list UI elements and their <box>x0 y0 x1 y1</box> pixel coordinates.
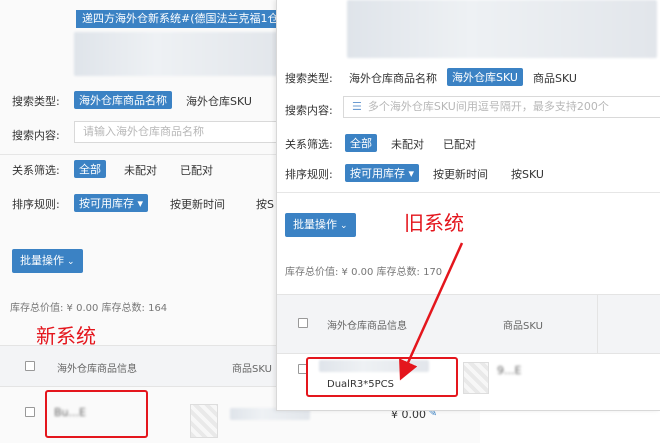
search-content-label: 搜索内容: <box>12 129 60 142</box>
sort-rule-label: 排序规则: <box>12 198 60 211</box>
divider <box>277 192 660 193</box>
batch-operation-button[interactable]: 批量操作 ⌄ <box>285 213 356 237</box>
search-placeholder: 请输入海外仓库商品名称 <box>83 125 204 138</box>
search-type-option-name[interactable]: 海外仓库商品名称 <box>349 70 437 86</box>
old-system-annotation: 旧系统 <box>404 211 464 235</box>
relation-option-all[interactable]: 全部 <box>74 160 106 178</box>
sort-option-updated[interactable]: 按更新时间 <box>433 166 488 182</box>
old-system-highlight-box <box>306 357 458 397</box>
blurred-header-info <box>74 32 280 76</box>
search-type-label: 搜索类型: <box>12 95 60 108</box>
column-divider <box>597 294 598 354</box>
blurred-header-info <box>347 0 657 58</box>
batch-operation-label: 批量操作 <box>20 254 64 267</box>
batch-operation-button[interactable]: 批量操作 ⌄ <box>12 249 83 273</box>
sort-option-stock[interactable]: 按可用库存 <box>74 194 149 212</box>
search-content-label: 搜索内容: <box>285 104 333 117</box>
search-type-option-product-sku[interactable]: 商品SKU <box>533 70 577 86</box>
search-type-option-sku[interactable]: 海外仓库SKU <box>447 68 523 86</box>
select-all-checkbox[interactable] <box>25 361 35 371</box>
column-product-sku: 商品SKU <box>503 321 543 332</box>
relation-option-unpaired[interactable]: 未配对 <box>391 136 424 152</box>
product-thumbnail <box>463 362 489 394</box>
search-type-option-name[interactable]: 海外仓库商品名称 <box>74 91 172 109</box>
relation-option-all[interactable]: 全部 <box>345 134 377 152</box>
batch-operation-label: 批量操作 <box>293 218 337 231</box>
search-type-option-sku[interactable]: 海外仓库SKU <box>186 93 252 109</box>
relation-filter-label: 关系筛选: <box>285 138 333 151</box>
relation-option-unpaired[interactable]: 未配对 <box>124 162 157 178</box>
sort-option-updated[interactable]: 按更新时间 <box>170 196 225 212</box>
column-product-sku: 商品SKU <box>232 364 272 375</box>
column-product-info: 海外仓库商品信息 <box>57 364 137 375</box>
inventory-stats: 库存总价值: ¥ 0.00 库存总数: 164 <box>10 303 168 314</box>
sort-option-stock[interactable]: 按可用库存 <box>345 164 420 182</box>
old-system-panel: 搜索类型: 海外仓库商品名称 海外仓库SKU 商品SKU 搜索内容: ☰ 多个海外… <box>276 0 660 411</box>
search-placeholder: 多个海外仓库SKU间用逗号隔开，最多支持200个 <box>367 100 609 113</box>
row-checkbox[interactable] <box>25 407 35 417</box>
sort-rule-label: 排序规则: <box>285 168 333 181</box>
new-system-highlight-box <box>45 390 148 438</box>
relation-option-paired[interactable]: 已配对 <box>180 162 213 178</box>
select-all-checkbox[interactable] <box>298 318 308 328</box>
relation-filter-label: 关系筛选: <box>12 164 60 177</box>
new-system-annotation: 新系统 <box>36 324 96 348</box>
inventory-stats: 库存总价值: ¥ 0.00 库存总数: 170 <box>285 267 443 278</box>
search-type-label: 搜索类型: <box>285 72 333 85</box>
sort-option-sku[interactable]: 按SKU <box>511 166 544 182</box>
sort-option-sku[interactable]: 按S <box>256 196 274 212</box>
relation-option-paired[interactable]: 已配对 <box>443 136 476 152</box>
divider <box>0 154 280 155</box>
search-input[interactable]: ☰ 多个海外仓库SKU间用逗号隔开，最多支持200个 <box>343 96 660 118</box>
search-input[interactable]: 请输入海外仓库商品名称 <box>74 121 280 143</box>
column-product-info: 海外仓库商品信息 <box>327 321 407 332</box>
chevron-down-icon: ⌄ <box>67 257 75 267</box>
list-icon: ☰ <box>352 100 362 113</box>
product-sku-blurred: 9...E <box>497 364 522 377</box>
chevron-down-icon: ⌄ <box>340 221 348 231</box>
warehouse-title-tag: 递四方海外仓新系统#(德国法兰克福1仓) <box>76 10 289 28</box>
product-thumbnail <box>190 404 218 438</box>
